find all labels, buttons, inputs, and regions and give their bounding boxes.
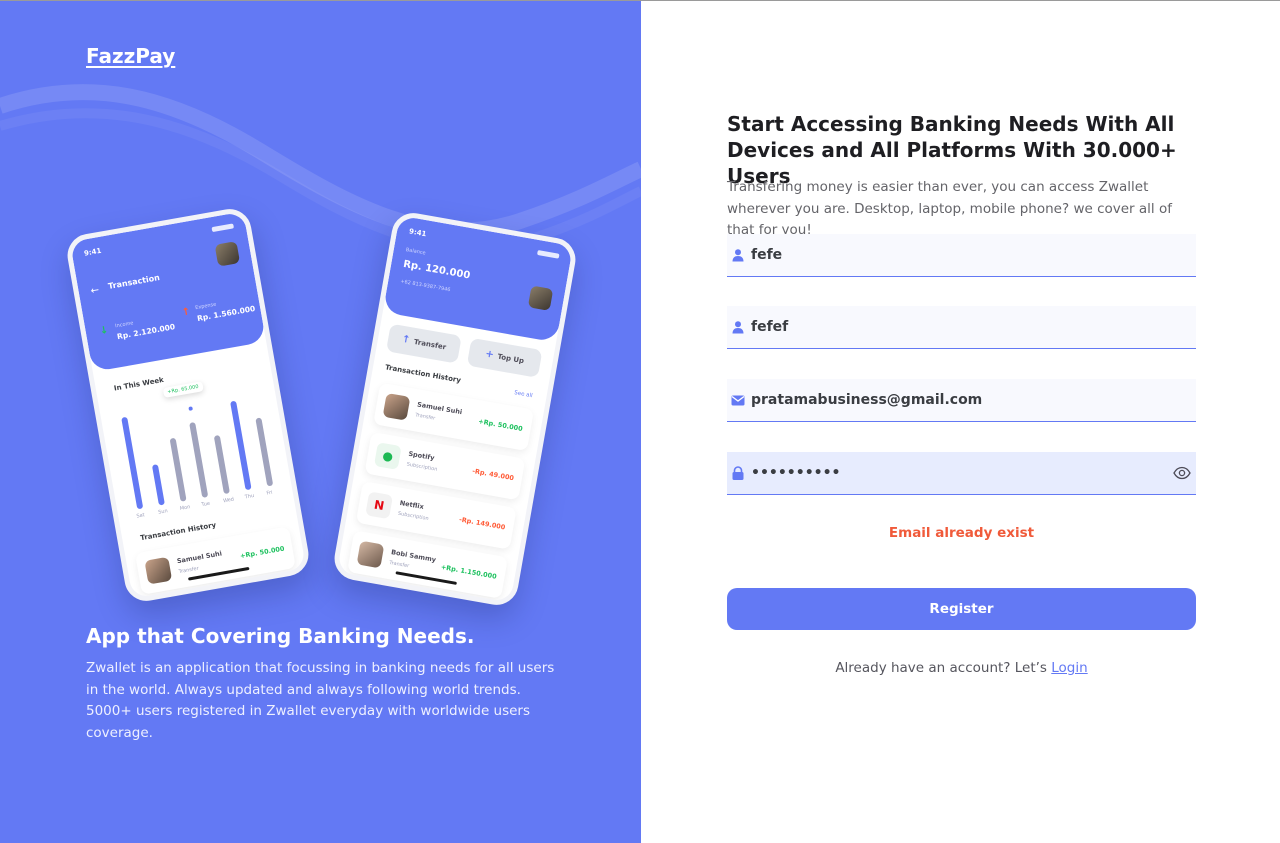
chart-bar (230, 400, 252, 491)
chart-tooltip: +Rp. 65.000 (162, 381, 204, 398)
row-amount: +Rp. 50.000 (477, 417, 524, 433)
phone-header: 9:41 ← Transaction ↓ Income Rp. 2.120.00… (69, 211, 267, 373)
transfer-label: Transfer (413, 337, 447, 352)
lock-icon (732, 466, 744, 480)
phone-title: Transaction (107, 273, 161, 291)
chart-day-label: Wed (222, 496, 235, 505)
balance-amount: Rp. 120.000 (402, 258, 471, 282)
password-input[interactable] (751, 452, 1161, 493)
expense-label: Expense (194, 301, 217, 312)
chart-day-label: Mon (179, 504, 191, 512)
chart-bar (213, 434, 230, 495)
history-label: Transaction History (384, 363, 462, 385)
eye-icon[interactable] (1173, 466, 1191, 480)
signal-icon (537, 249, 560, 259)
row-sub: Transfer (388, 559, 410, 570)
balance-label: Balance (405, 247, 427, 257)
register-button[interactable]: Register (727, 588, 1196, 630)
arrow-down-icon: ↓ (98, 324, 110, 338)
row-amount: -Rp. 149.000 (458, 515, 506, 532)
promo-panel: FazzPay 9:41 ← Transaction ↓ Income Rp. … (0, 1, 641, 843)
first-name-field[interactable] (727, 234, 1196, 277)
error-message: Email already exist (888, 525, 1035, 541)
promo-description: Zwallet is an application that focussing… (86, 660, 555, 741)
topup-label: Top Up (496, 352, 525, 366)
chart-day-label: Sat (136, 512, 146, 520)
email-input[interactable] (751, 379, 1161, 420)
arrow-up-icon: ↑ (181, 306, 192, 319)
history-label: Transaction History (139, 521, 217, 543)
password-field[interactable] (727, 452, 1196, 495)
arrow-up-icon: ↑ (400, 333, 412, 347)
mail-icon (731, 395, 745, 406)
row-sub: Subscription (397, 510, 430, 523)
transfer-button: ↑ Transfer (385, 323, 462, 364)
avatar (527, 285, 554, 311)
avatar (144, 556, 173, 585)
chart-bar (169, 437, 187, 502)
back-arrow-icon: ← (89, 284, 101, 298)
topup-button: + Top Up (466, 337, 543, 378)
avatar (382, 392, 411, 421)
chart-day-label: Sun (157, 508, 169, 516)
chart-bar (255, 417, 274, 487)
person-icon (732, 321, 744, 334)
chart-bar (121, 416, 144, 510)
row-sub: Subscription (406, 461, 438, 473)
row-amount: +Rp. 1.150.000 (440, 563, 498, 581)
phone-number: +62 813-9387-7946 (399, 278, 451, 294)
spotify-icon: ● (373, 442, 402, 470)
last-name-input[interactable] (751, 306, 1161, 347)
email-field[interactable] (727, 379, 1196, 422)
see-all-link: See all (513, 390, 533, 400)
chart-day-label: Thu (244, 492, 255, 501)
person-icon (732, 249, 744, 262)
avatar (214, 241, 241, 267)
plus-icon: + (484, 348, 495, 361)
chart-day-label: Tue (201, 500, 211, 509)
weekly-bar-chart: Sat Sun Mon Tue Wed Thu Fri (118, 383, 293, 520)
phone-time: 9:41 (83, 246, 103, 258)
chart-day-label: Fri (266, 489, 273, 497)
row-name: Samuel Suhi (176, 549, 223, 566)
row-amount: -Rp. 49.000 (471, 467, 515, 483)
login-prompt-text: Already have an account? Let’s (835, 660, 1047, 676)
row-sub: Transfer (414, 412, 436, 422)
brand-logo[interactable]: FazzPay (86, 44, 175, 68)
week-label: In This Week (113, 375, 165, 393)
chart-bar (189, 422, 209, 498)
phone-time: 9:41 (408, 227, 428, 239)
row-amount: +Rp. 50.000 (239, 544, 286, 561)
login-link[interactable]: Login (1051, 660, 1087, 676)
row-name: Netflix (399, 498, 425, 511)
avatar (356, 540, 385, 569)
last-name-field[interactable] (727, 306, 1196, 349)
first-name-input[interactable] (751, 234, 1161, 275)
login-prompt: Already have an account? Let’s Login (727, 660, 1196, 676)
row-sub: Transfer (178, 565, 200, 576)
signal-icon (211, 223, 235, 233)
promo-heading: App that Covering Banking Needs. (86, 624, 475, 648)
chart-bar (151, 464, 165, 506)
income-label: Income (114, 320, 134, 330)
netflix-icon: N (365, 491, 394, 520)
form-description: Transfering money is easier than ever, y… (727, 179, 1172, 238)
row-name: Spotify (407, 449, 436, 463)
